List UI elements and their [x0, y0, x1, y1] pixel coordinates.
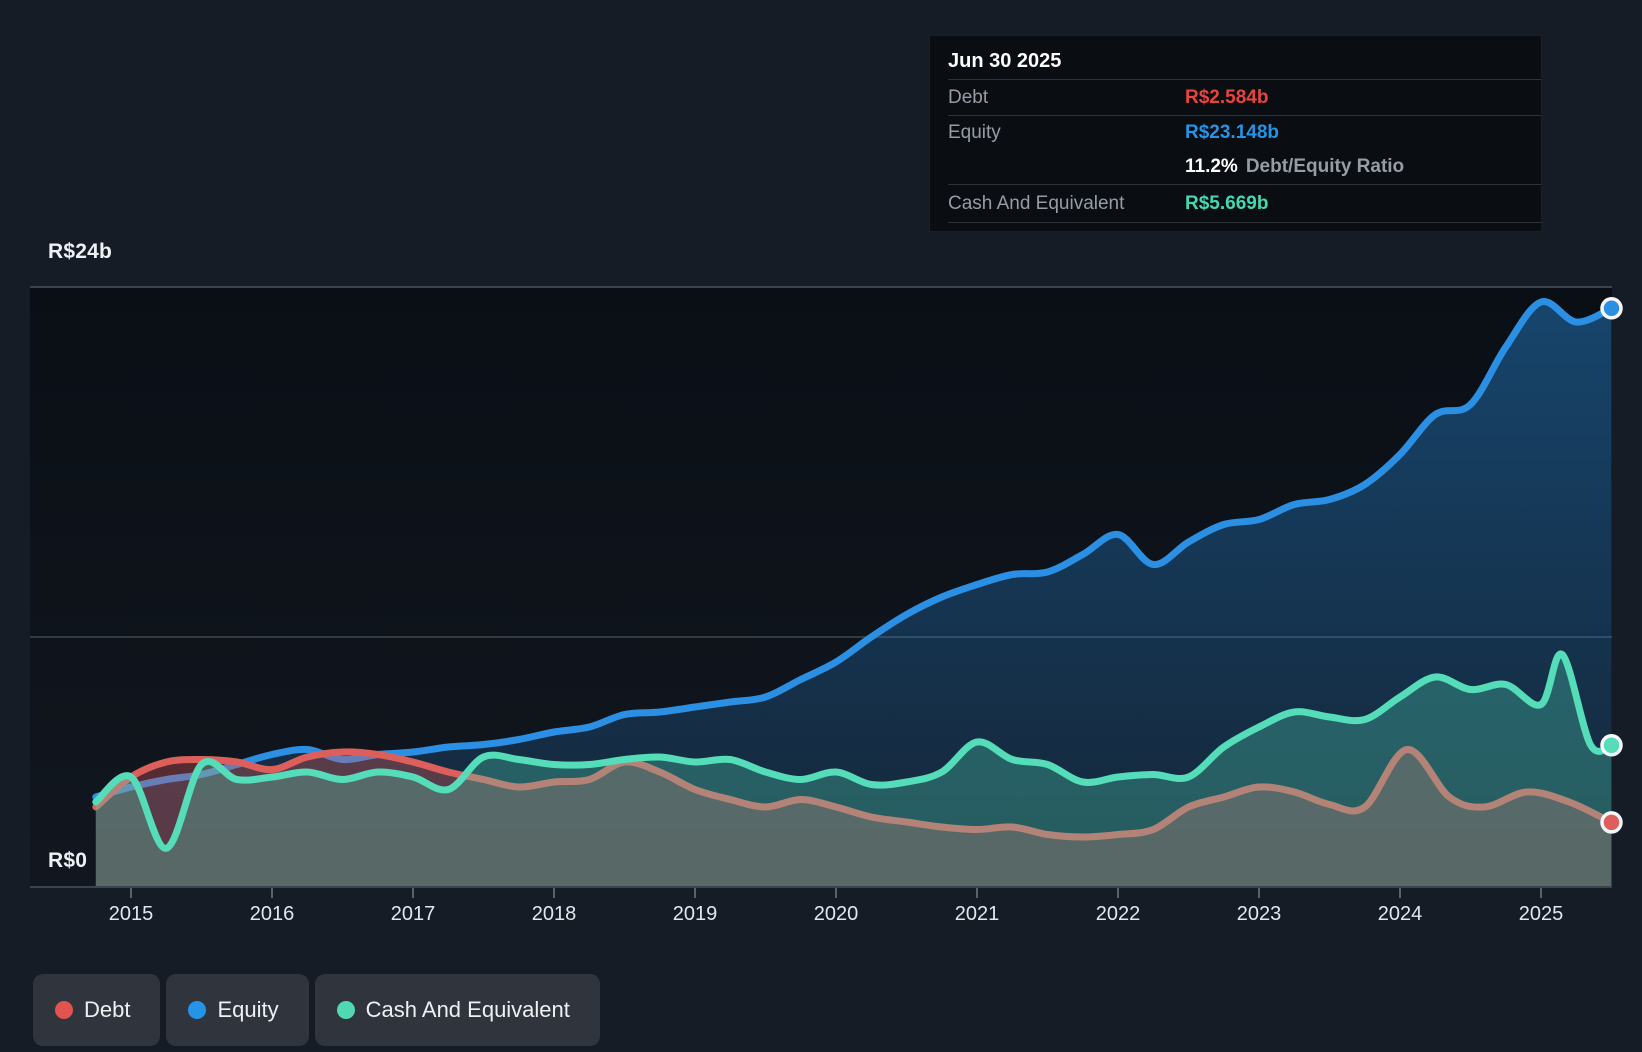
- x-axis-label-2016: 2016: [249, 903, 295, 925]
- x-axis-label-2020: 2020: [813, 903, 859, 925]
- debt-endpoint-marker: [1600, 811, 1623, 834]
- legend-item-cash[interactable]: Cash And Equivalent: [314, 974, 600, 1046]
- tooltip-equity-value: R$23.148b: [1185, 121, 1280, 143]
- tooltip-debt-value: R$2.584b: [1185, 86, 1269, 108]
- tooltip-row-cash: Cash And Equivalent R$5.669b: [930, 185, 1541, 222]
- debt-series-dot-icon: [55, 1001, 73, 1019]
- tooltip: Jun 30 2025 Debt R$2.584b Equity R$23.14…: [930, 36, 1541, 231]
- legend: Debt Equity Cash And Equivalent: [33, 974, 600, 1046]
- tooltip-cash-value: R$5.669b: [1185, 192, 1269, 214]
- equity-endpoint-marker: [1600, 297, 1623, 320]
- y-axis-label-max: R$24b: [48, 240, 113, 263]
- x-axis-label-2024: 2024: [1377, 903, 1423, 925]
- legend-item-debt[interactable]: Debt: [33, 974, 161, 1046]
- cash-endpoint-marker: [1600, 734, 1623, 757]
- tooltip-debt-label: Debt: [948, 86, 989, 108]
- tooltip-row-debt: Debt R$2.584b: [930, 80, 1541, 115]
- tooltip-date: Jun 30 2025: [948, 50, 1062, 72]
- x-axis-label-2019: 2019: [672, 903, 718, 925]
- legend-label-cash: Cash And Equivalent: [365, 997, 570, 1022]
- tooltip-cash-label: Cash And Equivalent: [948, 192, 1125, 214]
- legend-item-equity[interactable]: Equity: [166, 974, 309, 1046]
- x-axis-label-2025: 2025: [1518, 903, 1564, 925]
- x-axis-label-2015: 2015: [108, 903, 154, 925]
- tooltip-row-ratio: 11.2% Debt/Equity Ratio: [930, 149, 1541, 184]
- chart-panel: R$24b R$0 2015 2016 2017 2018 2019 2020 2021 20…: [0, 0, 1642, 1052]
- y-axis-label-zero: R$0: [48, 849, 88, 872]
- equity-series-dot-icon: [188, 1001, 207, 1019]
- x-axis-label-2022: 2022: [1095, 903, 1141, 925]
- x-axis-label-2017: 2017: [390, 903, 436, 925]
- tooltip-ratio-label: Debt/Equity Ratio: [1245, 155, 1405, 177]
- tooltip-equity-label: Equity: [948, 121, 1001, 143]
- legend-label-debt: Debt: [84, 997, 131, 1022]
- legend-label-equity: Equity: [217, 997, 279, 1022]
- x-axis-label-2021: 2021: [954, 903, 1000, 925]
- cash-series-dot-icon: [336, 1001, 355, 1019]
- x-axis-label-2023: 2023: [1236, 903, 1282, 925]
- tooltip-row-equity: Equity R$23.148b: [930, 116, 1541, 149]
- tooltip-ratio-value: 11.2%: [1185, 155, 1238, 177]
- x-axis-label-2018: 2018: [531, 903, 577, 925]
